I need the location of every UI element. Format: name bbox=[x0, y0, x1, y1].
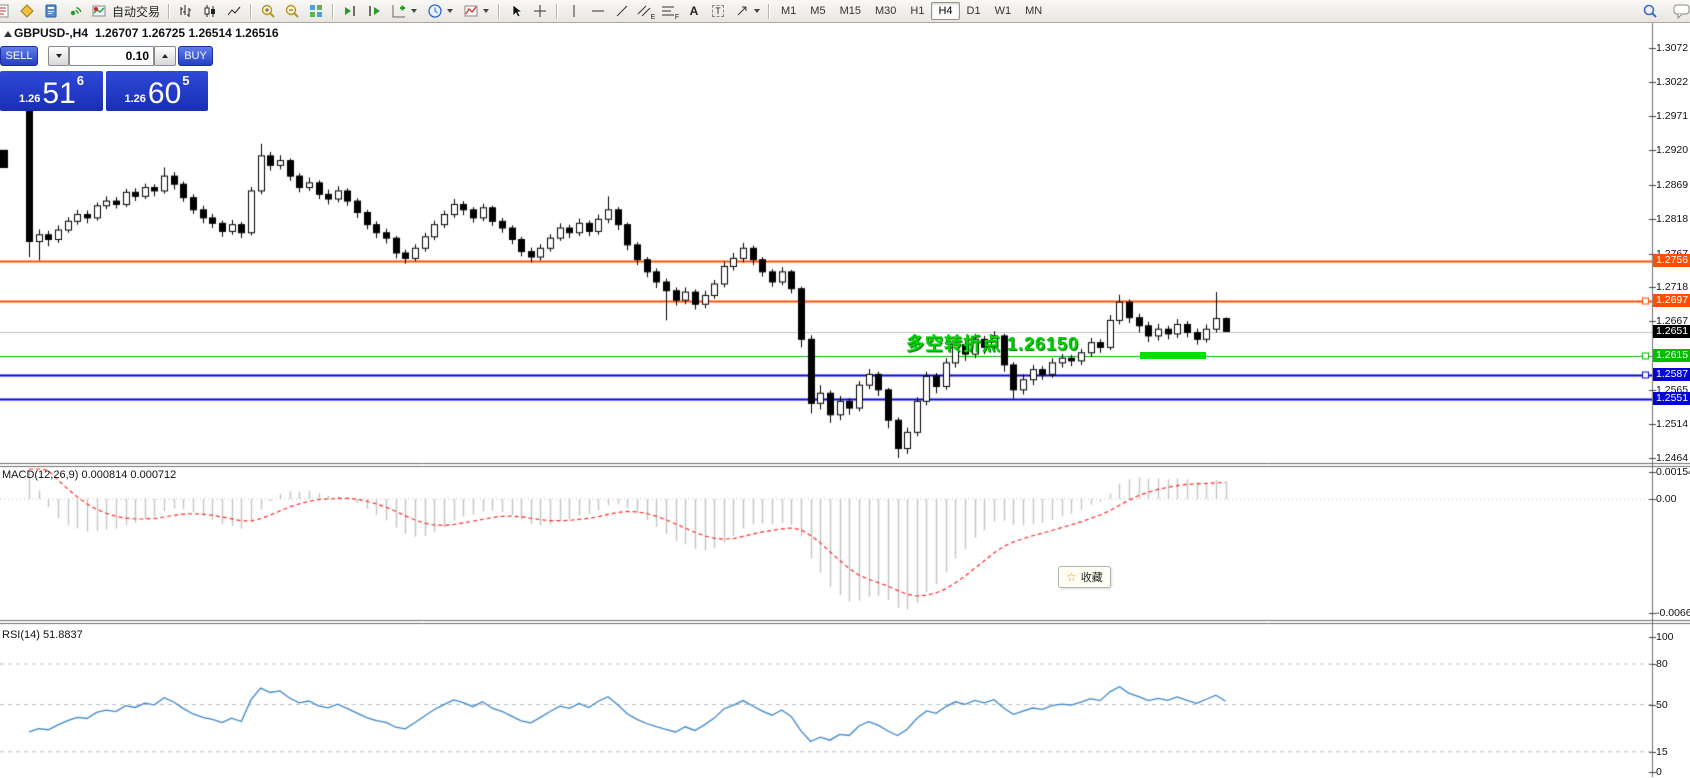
one-click-panel-toggle-icon[interactable] bbox=[4, 31, 12, 37]
chart-ohlc-values: 1.26707 1.26725 1.26514 1.26516 bbox=[95, 26, 279, 40]
timeframe-m5[interactable]: M5 bbox=[803, 2, 832, 20]
indicators-button[interactable] bbox=[386, 1, 422, 21]
arrow-down-icon bbox=[56, 54, 62, 58]
text-tool-glyph: A bbox=[690, 4, 699, 18]
chart-annotation-text[interactable]: 多空转折点 1.26150 bbox=[906, 330, 1079, 356]
buy-button[interactable]: BUY bbox=[178, 46, 213, 66]
timeframe-h1[interactable]: H1 bbox=[903, 2, 931, 20]
one-click-trading-panel: SELL BUY 1.26 51 6 1.26 60 5 bbox=[0, 46, 208, 111]
fibonacci-glyph: F bbox=[675, 14, 679, 21]
chevron-down-icon bbox=[483, 9, 489, 13]
arrow-up-icon bbox=[162, 54, 168, 58]
vertical-line-tool[interactable] bbox=[562, 1, 586, 21]
arrows-tool[interactable] bbox=[730, 1, 764, 21]
volume-increase-button[interactable] bbox=[154, 46, 176, 66]
rsi-indicator-label: RSI(14) 51.8837 bbox=[2, 629, 83, 641]
chat-icon[interactable] bbox=[1670, 1, 1690, 21]
bar-chart-icon[interactable] bbox=[174, 1, 198, 21]
data-window-icon[interactable] bbox=[39, 1, 63, 21]
star-icon: ☆ bbox=[1066, 570, 1077, 584]
volume-decrease-button[interactable] bbox=[48, 46, 69, 66]
macd-indicator-label: MACD(12,26,9) 0.000814 0.000712 bbox=[2, 469, 176, 481]
search-icon[interactable] bbox=[1638, 1, 1662, 21]
sell-price-prefix: 1.26 bbox=[19, 93, 40, 105]
timeframe-m30[interactable]: M30 bbox=[868, 2, 903, 20]
text-label-tool[interactable]: T bbox=[706, 1, 730, 21]
favorite-tooltip: ☆ 收藏 bbox=[1058, 566, 1111, 588]
sell-price-big: 51 bbox=[42, 80, 75, 108]
sell-button[interactable]: SELL bbox=[0, 46, 38, 66]
buy-price-big: 60 bbox=[148, 80, 181, 108]
chevron-down-icon bbox=[447, 9, 453, 13]
toolbar-separator bbox=[556, 4, 558, 19]
chart-shift-icon[interactable] bbox=[362, 1, 386, 21]
timeframe-group: M1M5M15M30H1H4D1W1MN bbox=[774, 2, 1049, 20]
crosshair-tool[interactable] bbox=[528, 1, 552, 21]
channel-glyph: E bbox=[651, 14, 656, 21]
toolbar-separator bbox=[168, 4, 170, 19]
tile-windows-icon[interactable] bbox=[304, 1, 328, 21]
timeframe-mn[interactable]: MN bbox=[1018, 2, 1049, 20]
text-label-glyph: T bbox=[712, 5, 724, 17]
toolbar-right-icons bbox=[1638, 0, 1690, 22]
toolbar-separator bbox=[250, 4, 252, 19]
autotrading-button[interactable]: 自动交易 bbox=[87, 1, 164, 21]
toolbar-separator bbox=[768, 4, 770, 19]
chart-symbol: GBPUSD-,H4 bbox=[14, 26, 88, 40]
equidistant-channel-tool[interactable]: E bbox=[634, 1, 658, 21]
zoom-in-icon[interactable] bbox=[256, 1, 280, 21]
favorite-tooltip-label: 收藏 bbox=[1081, 569, 1103, 585]
cursor-tool[interactable] bbox=[504, 1, 528, 21]
timeframe-w1[interactable]: W1 bbox=[988, 2, 1019, 20]
candlestick-chart-icon[interactable] bbox=[198, 1, 222, 21]
market-watch-icon[interactable] bbox=[15, 1, 39, 21]
toolbar-separator bbox=[498, 4, 500, 19]
chart-canvas[interactable] bbox=[0, 0, 1690, 777]
sell-price-pip: 6 bbox=[77, 73, 84, 88]
zoom-out-icon[interactable] bbox=[280, 1, 304, 21]
timeframe-m1[interactable]: M1 bbox=[774, 2, 803, 20]
periods-button[interactable] bbox=[422, 1, 458, 21]
timeframe-m15[interactable]: M15 bbox=[833, 2, 868, 20]
horizontal-line-tool[interactable] bbox=[586, 1, 610, 21]
line-chart-icon[interactable] bbox=[222, 1, 246, 21]
buy-price-prefix: 1.26 bbox=[124, 93, 145, 105]
timeframe-d1[interactable]: D1 bbox=[960, 2, 988, 20]
highlight-segment[interactable] bbox=[1140, 352, 1206, 359]
autotrading-label: 自动交易 bbox=[112, 3, 160, 20]
buy-price-pip: 5 bbox=[182, 73, 189, 88]
chevron-down-icon bbox=[754, 9, 760, 13]
new-order-icon[interactable] bbox=[0, 1, 15, 21]
chevron-down-icon bbox=[411, 9, 417, 13]
main-toolbar: 自动交易 bbox=[0, 0, 1690, 23]
timeframe-h4[interactable]: H4 bbox=[931, 2, 959, 20]
auto-scroll-icon[interactable] bbox=[338, 1, 362, 21]
fibonacci-tool[interactable]: F bbox=[658, 1, 682, 21]
sell-price-display[interactable]: 1.26 51 6 bbox=[0, 71, 103, 111]
volume-input[interactable] bbox=[69, 46, 154, 66]
navigator-signal-icon[interactable] bbox=[63, 1, 87, 21]
chart-title: GBPUSD-,H4 1.26707 1.26725 1.26514 1.265… bbox=[14, 26, 279, 40]
toolbar-separator bbox=[332, 4, 334, 19]
buy-price-display[interactable]: 1.26 60 5 bbox=[106, 71, 208, 111]
templates-button[interactable] bbox=[458, 1, 494, 21]
trendline-tool[interactable] bbox=[610, 1, 634, 21]
text-tool[interactable]: A bbox=[682, 1, 706, 21]
